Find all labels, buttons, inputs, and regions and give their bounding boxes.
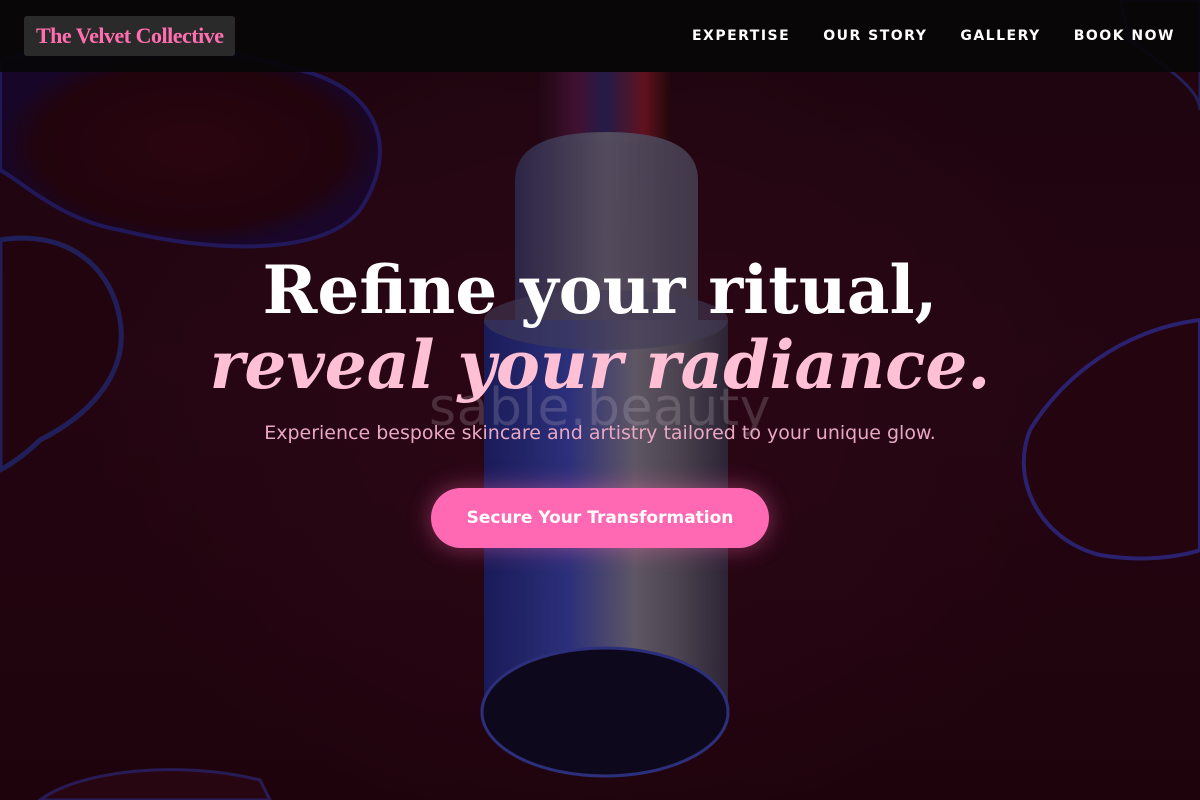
main-nav: EXPERTISE OUR STORY GALLERY BOOK NOW	[692, 0, 1175, 72]
nav-link-expertise[interactable]: EXPERTISE	[692, 28, 790, 44]
hero-headline-line2: reveal your radiance.	[209, 326, 991, 404]
brand-logo[interactable]: The Velvet Collective	[24, 16, 236, 56]
nav-link-our-story[interactable]: OUR STORY	[823, 28, 927, 44]
nav-link-gallery[interactable]: GALLERY	[960, 28, 1040, 44]
hero-subheadline: Experience bespoke skincare and artistry…	[264, 422, 936, 444]
site-header: The Velvet Collective EXPERTISE OUR STOR…	[0, 0, 1200, 72]
secure-transformation-button[interactable]: Secure Your Transformation	[431, 488, 769, 548]
hero-headline: Refine your ritual, reveal your radiance…	[0, 250, 1200, 400]
hero-headline-line1: Refine your ritual,	[262, 251, 938, 329]
nav-link-book-now[interactable]: BOOK NOW	[1074, 28, 1175, 44]
